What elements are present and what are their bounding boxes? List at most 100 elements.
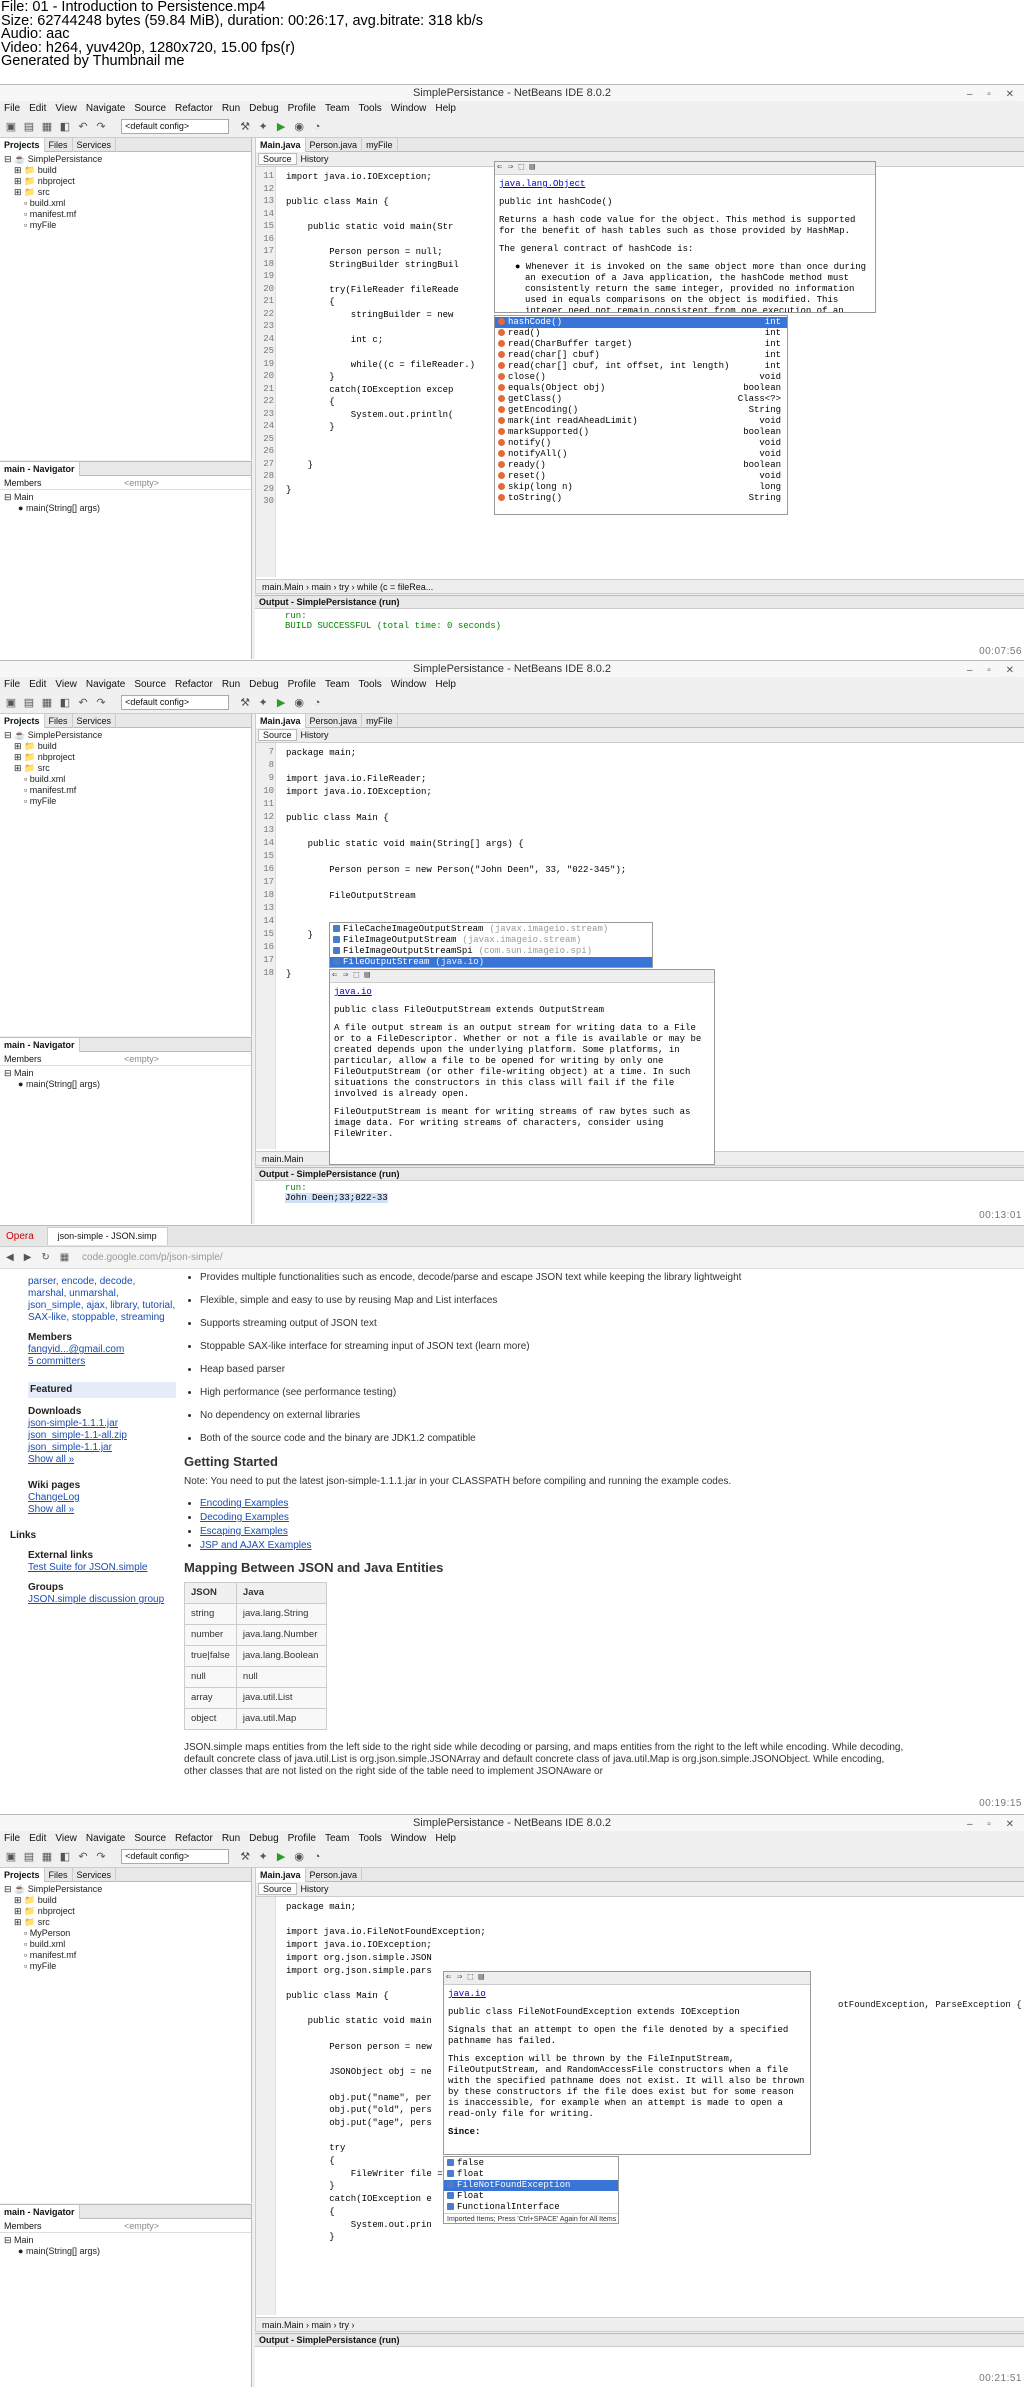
open-icon[interactable]: ▦ [40, 120, 54, 134]
debug-icon[interactable]: ◉ [292, 1850, 306, 1864]
menu-file[interactable]: File [4, 679, 20, 690]
tab-services[interactable]: Services [73, 714, 117, 728]
completion-item[interactable]: FunctionalInterface [444, 2202, 618, 2213]
tree-item-nbproject[interactable]: ⊞ 📁 nbproject [4, 752, 247, 763]
nav-method[interactable]: ● main(String[] args) [4, 2246, 247, 2257]
completion-item[interactable]: hashCode() int [495, 317, 787, 328]
tab-person-java[interactable]: Person.java [306, 1868, 363, 1882]
clean-build-icon[interactable]: ✦ [256, 1850, 270, 1864]
menu-debug[interactable]: Debug [249, 103, 278, 114]
tree-item-manifest[interactable]: ▫ manifest.mf [4, 1950, 247, 1961]
completion-item[interactable]: skip(long n) long [495, 482, 787, 493]
tab-person-java[interactable]: Person.java [306, 714, 363, 728]
menu-edit[interactable]: Edit [29, 679, 46, 690]
menu-help[interactable]: Help [435, 103, 456, 114]
menu-help[interactable]: Help [435, 1833, 456, 1844]
completion-item[interactable]: mark(int readAheadLimit) void [495, 416, 787, 427]
nav-method[interactable]: ● main(String[] args) [4, 503, 247, 514]
new-project-icon[interactable]: ▣ [4, 120, 18, 134]
menu-tools[interactable]: Tools [358, 103, 381, 114]
source-tab[interactable]: Source [258, 1883, 297, 1895]
menu-team[interactable]: Team [325, 1833, 349, 1844]
open-icon[interactable]: ▦ [40, 1850, 54, 1864]
wiki-show-all[interactable]: Show all » [28, 1504, 74, 1515]
run-icon[interactable]: ▶ [274, 1850, 288, 1864]
window-controls[interactable]: – ▫ ✕ [967, 1817, 1020, 1833]
tree-item-build-xml[interactable]: ▫ build.xml [4, 774, 247, 785]
download-show-all[interactable]: Show all » [28, 1454, 74, 1465]
output-title[interactable]: Output - SimplePersistance (run) [255, 1168, 1024, 1181]
menu-tools[interactable]: Tools [358, 679, 381, 690]
nav-class[interactable]: ⊟ Main [4, 2235, 247, 2246]
tab-myfile[interactable]: myFile [362, 714, 398, 728]
tab-person-java[interactable]: Person.java [306, 138, 363, 152]
menu-profile[interactable]: Profile [288, 679, 316, 690]
menu-team[interactable]: Team [325, 679, 349, 690]
completion-item[interactable]: false [444, 2158, 618, 2169]
tree-item-src[interactable]: ⊞ 📁 src [4, 1917, 247, 1928]
tree-item-build[interactable]: ⊞ 📁 build [4, 1895, 247, 1906]
clean-build-icon[interactable]: ✦ [256, 696, 270, 710]
browser-tab[interactable]: json-simple - JSON.simp [46, 1227, 168, 1245]
download-link-1[interactable]: json-simple-1.1.1.jar [28, 1418, 118, 1429]
menu-tools[interactable]: Tools [358, 1833, 381, 1844]
tab-files[interactable]: Files [45, 138, 73, 152]
tree-item-nbproject[interactable]: ⊞ 📁 nbproject [4, 1906, 247, 1917]
profile-icon[interactable]: ◔ [310, 696, 324, 710]
menu-navigate[interactable]: Navigate [86, 103, 125, 114]
clean-build-icon[interactable]: ✦ [256, 120, 270, 134]
members-filter[interactable]: Members <empty> [0, 1052, 251, 1066]
menu-window[interactable]: Window [391, 679, 427, 690]
redo-icon[interactable]: ↷ [94, 696, 108, 710]
tree-item-build[interactable]: ⊞ 📁 build [4, 741, 247, 752]
nav-class[interactable]: ⊟ Main [4, 492, 247, 503]
completion-item[interactable]: float [444, 2169, 618, 2180]
tab-services[interactable]: Services [73, 138, 117, 152]
menu-edit[interactable]: Edit [29, 1833, 46, 1844]
completion-item[interactable]: read(char[] cbuf) int [495, 350, 787, 361]
new-file-icon[interactable]: ▤ [22, 696, 36, 710]
new-file-icon[interactable]: ▤ [22, 1850, 36, 1864]
reload-icon[interactable]: ↻ [41, 1252, 49, 1263]
completion-item[interactable]: FileImageOutputStream (javax.imageio.stre… [330, 935, 652, 946]
tree-item-build-xml[interactable]: ▫ build.xml [4, 198, 247, 209]
output-title[interactable]: Output - SimplePersistance (run) [255, 2334, 1024, 2347]
save-all-icon[interactable]: ◧ [58, 1850, 72, 1864]
speed-dial-icon[interactable]: ▦ [60, 1252, 69, 1263]
wiki-link-changelog[interactable]: ChangeLog [28, 1492, 80, 1503]
menu-profile[interactable]: Profile [288, 1833, 316, 1844]
config-select[interactable]: <default config> [121, 119, 230, 134]
tab-files[interactable]: Files [45, 1868, 73, 1882]
menu-refactor[interactable]: Refactor [175, 1833, 213, 1844]
run-icon[interactable]: ▶ [274, 696, 288, 710]
tree-item-project[interactable]: ⊟ ☕ SimplePersistance [4, 1884, 247, 1895]
download-link-2[interactable]: json_simple-1.1-all.zip [28, 1430, 127, 1441]
menu-debug[interactable]: Debug [249, 1833, 278, 1844]
tab-projects[interactable]: Projects [0, 714, 45, 728]
redo-icon[interactable]: ↷ [94, 120, 108, 134]
tree-item-project[interactable]: ⊟ ☕ SimplePersistance [4, 154, 247, 165]
menu-navigate[interactable]: Navigate [86, 1833, 125, 1844]
completion-item[interactable]: getClass() Class<?> [495, 394, 787, 405]
debug-icon[interactable]: ◉ [292, 696, 306, 710]
completion-item[interactable]: FileImageOutputStreamSpi (com.sun.imageio… [330, 946, 652, 957]
menu-run[interactable]: Run [222, 103, 240, 114]
committers-link[interactable]: 5 committers [28, 1356, 85, 1367]
example-link-jsp[interactable]: JSP and AJAX Examples [200, 1540, 312, 1551]
build-icon[interactable]: ⚒ [238, 120, 252, 134]
build-icon[interactable]: ⚒ [238, 696, 252, 710]
run-icon[interactable]: ▶ [274, 120, 288, 134]
build-icon[interactable]: ⚒ [238, 1850, 252, 1864]
members-filter[interactable]: Members <empty> [0, 2219, 251, 2233]
completion-item[interactable]: ready() boolean [495, 460, 787, 471]
menu-source[interactable]: Source [134, 679, 166, 690]
tree-item-myfile[interactable]: ▫ myFile [4, 1961, 247, 1972]
window-controls[interactable]: – ▫ ✕ [967, 87, 1020, 103]
tree-item-build[interactable]: ⊞ 📁 build [4, 165, 247, 176]
completion-item[interactable]: toString() String [495, 493, 787, 504]
new-project-icon[interactable]: ▣ [4, 696, 18, 710]
source-tab[interactable]: Source [258, 729, 297, 741]
external-link[interactable]: Test Suite for JSON.simple [28, 1562, 147, 1573]
history-tab[interactable]: History [297, 730, 333, 740]
doc-package-link[interactable]: java.io [448, 1989, 486, 1999]
